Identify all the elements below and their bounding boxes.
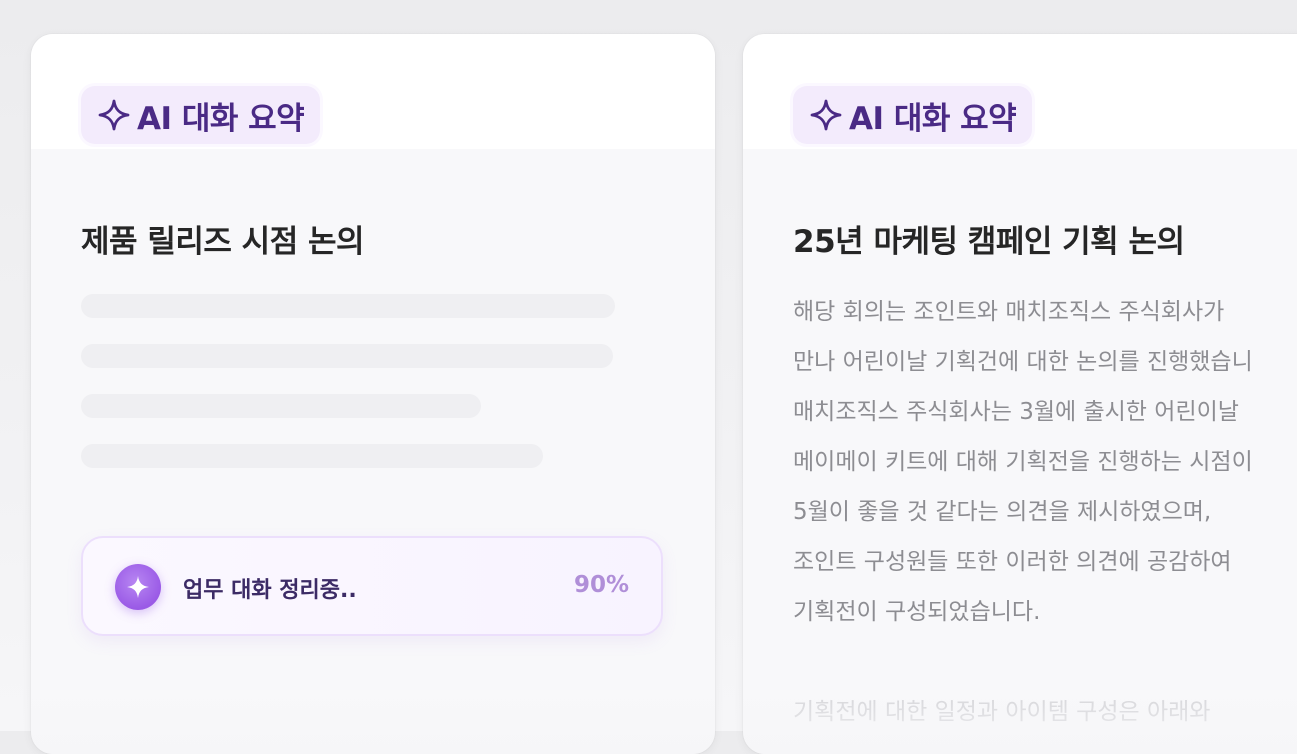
- bottom-fade: [31, 674, 715, 754]
- summary-card-in-progress[interactable]: AI 대화 요약 제품 릴리즈 시점 논의 업무 대화 정리중.. 90%: [31, 34, 715, 754]
- badge-label: AI 대화 요약: [849, 100, 1017, 137]
- skeleton-line: [81, 444, 543, 468]
- summary-line-faded: 기획전에 대한 일정과 아이템 구성은 아래와: [793, 699, 1211, 725]
- sparkle-icon: [95, 96, 133, 134]
- summary-line: 5월이 좋을 것 같다는 의견을 제시하였으며,: [793, 499, 1212, 525]
- summary-line: 매치조직스 주식회사는 3월에 출시한 어린이날: [793, 399, 1239, 425]
- summary-line: 해당 회의는 조인트와 매치조직스 주식회사가: [793, 299, 1225, 325]
- badge-label: AI 대화 요약: [137, 100, 305, 137]
- summary-text: 해당 회의는 조인트와 매치조직스 주식회사가 만나 어린이날 기획건에 대한 …: [793, 287, 1297, 737]
- summary-line: 조인트 구성원들 또한 이러한 의견에 공감하여: [793, 549, 1232, 575]
- progress-percentage: 90%: [573, 572, 629, 598]
- skeleton-line: [81, 294, 615, 318]
- summary-line: 기획전이 구성되었습니다.: [793, 599, 1041, 625]
- summary-line: 만나 어린이날 기획건에 대한 논의를 진행했습니: [793, 349, 1253, 375]
- summary-line: 메이메이 키트에 대해 기획전을 진행하는 시점이: [793, 449, 1253, 475]
- card-title: 제품 릴리즈 시점 논의: [81, 224, 365, 260]
- sparkle-icon: [807, 96, 845, 134]
- skeleton-line: [81, 394, 481, 418]
- summary-progress-indicator: 업무 대화 정리중.. 90%: [81, 536, 663, 636]
- ai-summary-badge: AI 대화 요약: [793, 86, 1033, 144]
- card-title: 25년 마케팅 캠페인 기획 논의: [793, 224, 1185, 260]
- sparkle-icon: [115, 564, 161, 610]
- summary-card-completed[interactable]: AI 대화 요약 25년 마케팅 캠페인 기획 논의 해당 회의는 조인트와 매…: [743, 34, 1297, 754]
- ai-summary-badge: AI 대화 요약: [81, 86, 321, 144]
- skeleton-line: [81, 344, 613, 368]
- progress-label: 업무 대화 정리중..: [183, 578, 357, 603]
